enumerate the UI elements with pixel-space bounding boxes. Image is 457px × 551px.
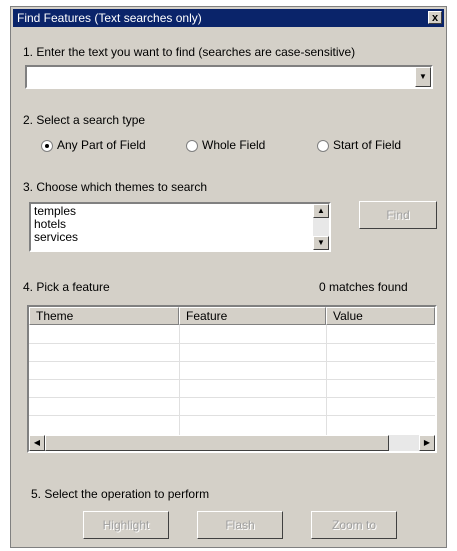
- arrow-up-icon: ▲: [317, 206, 325, 215]
- combobox-dropdown-button[interactable]: ▼: [415, 67, 431, 87]
- close-icon: x: [431, 12, 439, 24]
- scroll-right-button[interactable]: ▶: [419, 435, 435, 451]
- table-row[interactable]: [29, 343, 435, 344]
- find-button[interactable]: Find: [359, 201, 437, 229]
- radio-unselected-icon: [186, 140, 198, 152]
- matches-count: 0 matches found: [319, 280, 408, 294]
- column-header-theme[interactable]: Theme: [29, 307, 179, 325]
- table-row[interactable]: [29, 415, 435, 416]
- highlight-button[interactable]: Highlight: [83, 511, 169, 539]
- title-bar: Find Features (Text searches only) x: [13, 9, 444, 27]
- table-row[interactable]: [29, 379, 435, 380]
- radio-unselected-icon: [317, 140, 329, 152]
- close-button[interactable]: x: [428, 11, 442, 24]
- table-row[interactable]: [29, 361, 435, 362]
- scroll-down-button[interactable]: ▼: [313, 236, 329, 250]
- arrow-down-icon: ▼: [317, 238, 325, 247]
- arrow-left-icon: ◀: [33, 438, 41, 447]
- step3-label: 3. Choose which themes to search: [23, 180, 208, 194]
- grid-line: [326, 325, 327, 435]
- grid-line: [179, 325, 180, 435]
- step5-label: 5. Select the operation to perform: [31, 487, 210, 501]
- themes-listbox[interactable]: temples hotels services ▲ ▼: [29, 202, 331, 252]
- step2-label: 2. Select a search type: [23, 113, 146, 127]
- radio-label-any: Any Part of Field: [57, 138, 146, 152]
- table-row[interactable]: [29, 397, 435, 398]
- window-title: Find Features (Text searches only): [17, 11, 202, 25]
- column-header-feature[interactable]: Feature: [179, 307, 326, 325]
- radio-label-start: Start of Field: [333, 138, 402, 152]
- step4-label: 4. Pick a feature: [23, 280, 110, 294]
- search-text-combobox[interactable]: ▼: [25, 65, 433, 89]
- arrow-right-icon: ▶: [423, 438, 431, 447]
- features-table[interactable]: Theme Feature Value ◀ ▶: [27, 305, 437, 453]
- scrollbar-thumb[interactable]: [45, 435, 389, 451]
- horizontal-scrollbar[interactable]: ◀ ▶: [29, 435, 435, 451]
- chevron-down-icon: ▼: [419, 72, 427, 81]
- step1-label: 1. Enter the text you want to find (sear…: [23, 45, 356, 59]
- radio-label-whole: Whole Field: [202, 138, 266, 152]
- scroll-up-button[interactable]: ▲: [313, 204, 329, 218]
- listbox-scrollbar-track[interactable]: [313, 218, 329, 236]
- list-item[interactable]: services: [31, 231, 78, 244]
- radio-selected-icon: [41, 140, 53, 152]
- scroll-left-button[interactable]: ◀: [29, 435, 45, 451]
- zoom-to-button[interactable]: Zoom to: [311, 511, 397, 539]
- column-header-value[interactable]: Value: [326, 307, 435, 325]
- find-features-dialog: Find Features (Text searches only) x 1. …: [10, 6, 447, 548]
- flash-button[interactable]: Flash: [197, 511, 283, 539]
